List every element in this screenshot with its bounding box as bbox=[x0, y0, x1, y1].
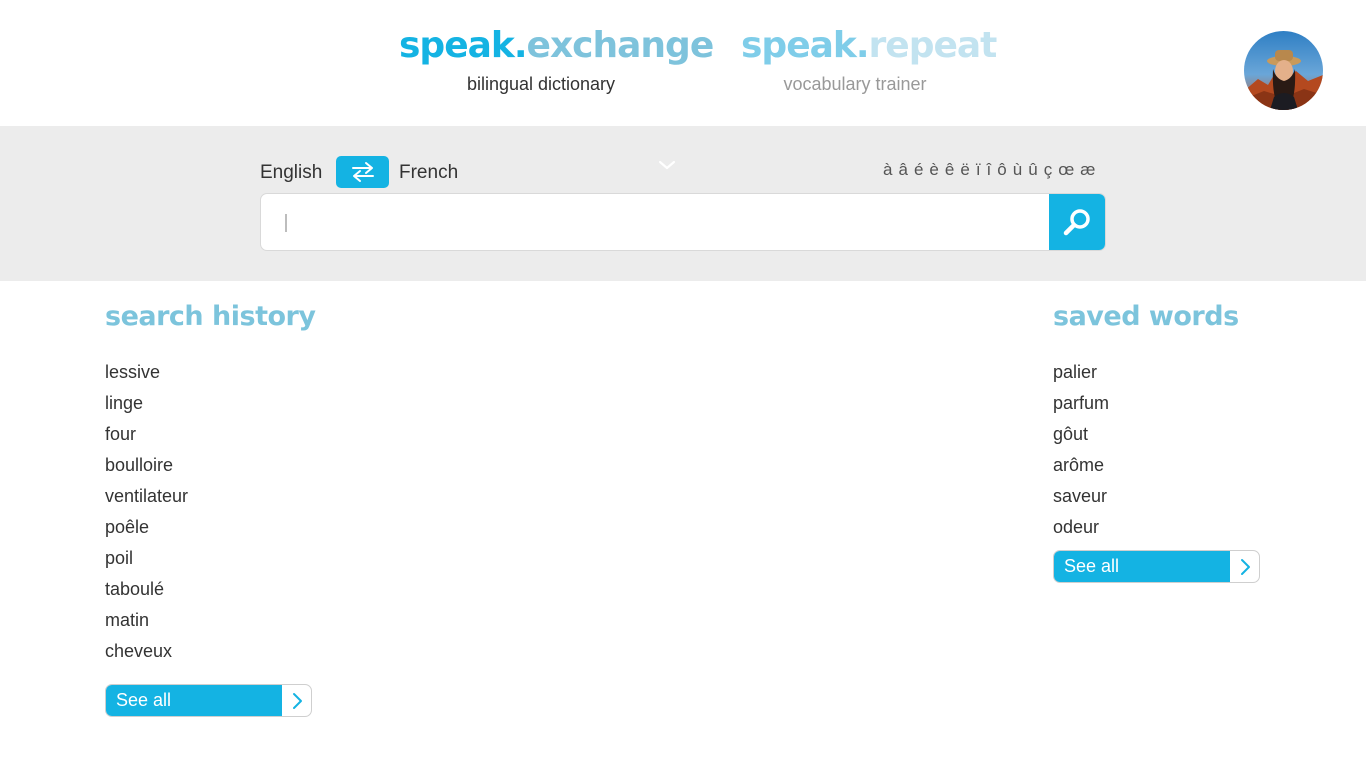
speak-exchange-subtitle: bilingual dictionary bbox=[466, 74, 616, 94]
search-input[interactable] bbox=[261, 194, 1051, 250]
speak-exchange-tab[interactable]: speak.exchange bilingual dictionary bbox=[399, 24, 714, 95]
saved-word-item[interactable]: saveur bbox=[1053, 481, 1109, 512]
search-history-see-all-button[interactable]: See all bbox=[105, 684, 312, 717]
speak-exchange-logo: speak.exchange bbox=[399, 25, 714, 66]
target-language-label[interactable]: French bbox=[399, 162, 458, 184]
accent-character-button[interactable]: ô bbox=[994, 160, 1009, 180]
accent-keyboard: àâéèêëïîôùûçœæ bbox=[880, 160, 1098, 180]
speak-repeat-subtitle: vocabulary trainer bbox=[783, 74, 927, 94]
accent-character-button[interactable]: ê bbox=[942, 160, 957, 180]
user-avatar-photo bbox=[1244, 31, 1323, 110]
accent-character-button[interactable]: æ bbox=[1077, 160, 1098, 180]
saved-word-item[interactable]: gôut bbox=[1053, 419, 1109, 450]
source-language-label[interactable]: English bbox=[260, 162, 322, 184]
history-word-item[interactable]: matin bbox=[105, 605, 188, 636]
history-word-item[interactable]: four bbox=[105, 419, 188, 450]
saved-word-item[interactable]: palier bbox=[1053, 357, 1109, 388]
speak-repeat-tab[interactable]: speak.repeat vocabulary trainer bbox=[741, 24, 997, 95]
accent-character-button[interactable]: ç bbox=[1041, 160, 1056, 180]
saved-words-title: saved words bbox=[1053, 301, 1239, 332]
accent-character-button[interactable]: î bbox=[984, 160, 995, 180]
search-history-title: search history bbox=[105, 301, 316, 332]
chevron-right-icon bbox=[1230, 551, 1259, 582]
search-history-list: lessive linge four boulloire ventilateur poêl… bbox=[105, 357, 188, 667]
chevron-right-icon bbox=[282, 685, 311, 716]
app-header: speak.exchange bilingual dictionary spea… bbox=[0, 0, 1366, 126]
text-caret bbox=[285, 214, 287, 232]
magnifier-icon bbox=[1063, 209, 1090, 236]
search-box bbox=[260, 193, 1106, 251]
history-word-item[interactable]: taboulé bbox=[105, 574, 188, 605]
history-word-item[interactable]: lessive bbox=[105, 357, 188, 388]
accent-character-button[interactable]: â bbox=[895, 160, 910, 180]
accent-character-button[interactable]: ï bbox=[973, 160, 984, 180]
history-word-item[interactable]: ventilateur bbox=[105, 481, 188, 512]
accent-character-button[interactable]: é bbox=[911, 160, 926, 180]
user-avatar[interactable] bbox=[1244, 31, 1323, 110]
chevron-down-icon bbox=[658, 160, 676, 170]
history-word-item[interactable]: poêle bbox=[105, 512, 188, 543]
saved-word-item[interactable]: parfum bbox=[1053, 388, 1109, 419]
history-word-item[interactable]: boulloire bbox=[105, 450, 188, 481]
saved-words-see-all-button[interactable]: See all bbox=[1053, 550, 1260, 583]
saved-words-list: palier parfum gôut arôme saveur odeur bbox=[1053, 357, 1109, 543]
accent-character-button[interactable]: ù bbox=[1010, 160, 1025, 180]
see-all-label: See all bbox=[106, 685, 282, 716]
accent-character-button[interactable]: û bbox=[1025, 160, 1040, 180]
accent-character-button[interactable]: è bbox=[926, 160, 941, 180]
speak-repeat-logo: speak.repeat bbox=[741, 25, 997, 66]
accent-character-button[interactable]: à bbox=[880, 160, 895, 180]
history-word-item[interactable]: linge bbox=[105, 388, 188, 419]
saved-word-item[interactable]: odeur bbox=[1053, 512, 1109, 543]
language-dropdown-toggle[interactable] bbox=[658, 158, 676, 170]
history-word-item[interactable]: poil bbox=[105, 543, 188, 574]
accent-character-button[interactable]: œ bbox=[1055, 160, 1077, 180]
history-word-item[interactable]: cheveux bbox=[105, 636, 188, 667]
swap-languages-button[interactable] bbox=[336, 156, 389, 188]
see-all-label: See all bbox=[1054, 551, 1230, 582]
search-button[interactable] bbox=[1049, 194, 1105, 250]
search-panel: English French àâéèêëïîôùûçœæ bbox=[0, 126, 1366, 281]
accent-character-button[interactable]: ë bbox=[957, 160, 972, 180]
saved-word-item[interactable]: arôme bbox=[1053, 450, 1109, 481]
swap-arrows-icon bbox=[351, 162, 374, 182]
